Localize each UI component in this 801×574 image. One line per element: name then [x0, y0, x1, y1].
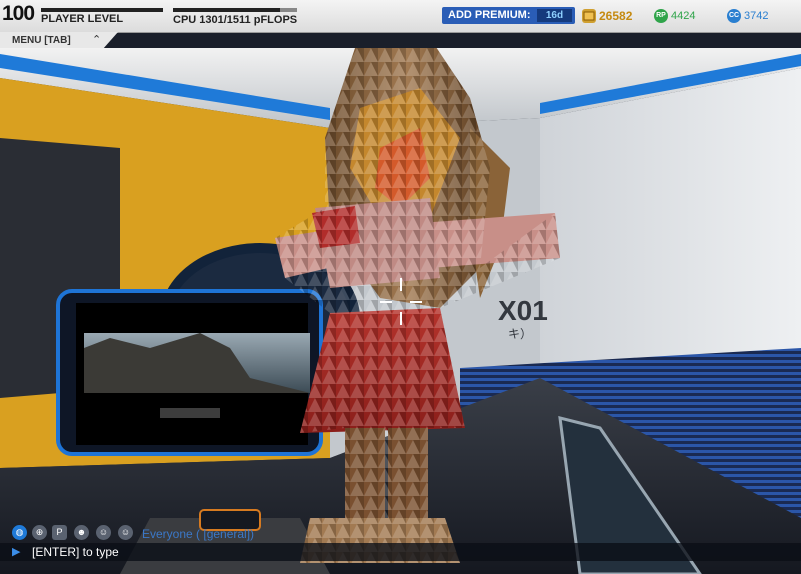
robits-icon [582, 9, 596, 23]
target-icon[interactable]: ⊕ [32, 525, 47, 540]
user-icon[interactable]: ☺ [118, 525, 133, 540]
globe-icon[interactable]: ◍ [12, 525, 27, 540]
chat-prompt: [ENTER] to type [32, 545, 119, 559]
cosmetic-credits-count: 3742 [744, 10, 769, 22]
add-premium-button[interactable]: ADD PREMIUM: 16d [442, 7, 575, 24]
wall-sign-subtext: キ） [508, 327, 532, 341]
p-icon[interactable]: P [52, 525, 67, 540]
chat-channel-label: Everyone ( [general]) [142, 527, 255, 541]
player-level-bar [41, 8, 163, 12]
rp-icon: RP [654, 9, 668, 23]
rp-count: 4424 [671, 10, 696, 22]
add-premium-label: ADD PREMIUM: [448, 9, 531, 21]
cosmetic-credits-icon: CC [727, 9, 741, 23]
player-level-number: 100 [2, 2, 35, 25]
menu-label: MENU [TAB] [12, 35, 71, 46]
cpu-label: CPU 1301/1511 pFLOPS [173, 14, 298, 26]
friend-icon[interactable]: ☺ [96, 525, 111, 540]
wall-sign-text: X01 [498, 295, 548, 326]
play-arrow-icon: ▶ [12, 546, 21, 558]
player-level-label: PLAYER LEVEL [41, 13, 124, 25]
chevron-up-icon: ⌃ [92, 34, 102, 46]
premium-days-badge: 16d [537, 9, 572, 22]
cpu-bar-fill [173, 8, 280, 12]
chat-input[interactable] [0, 543, 801, 561]
game-viewport[interactable]: X01 キ） [0, 48, 801, 574]
robits-count: 26582 [599, 9, 633, 23]
party-icon[interactable]: ☻ [74, 525, 89, 540]
scene-render: X01 キ） [0, 48, 801, 574]
